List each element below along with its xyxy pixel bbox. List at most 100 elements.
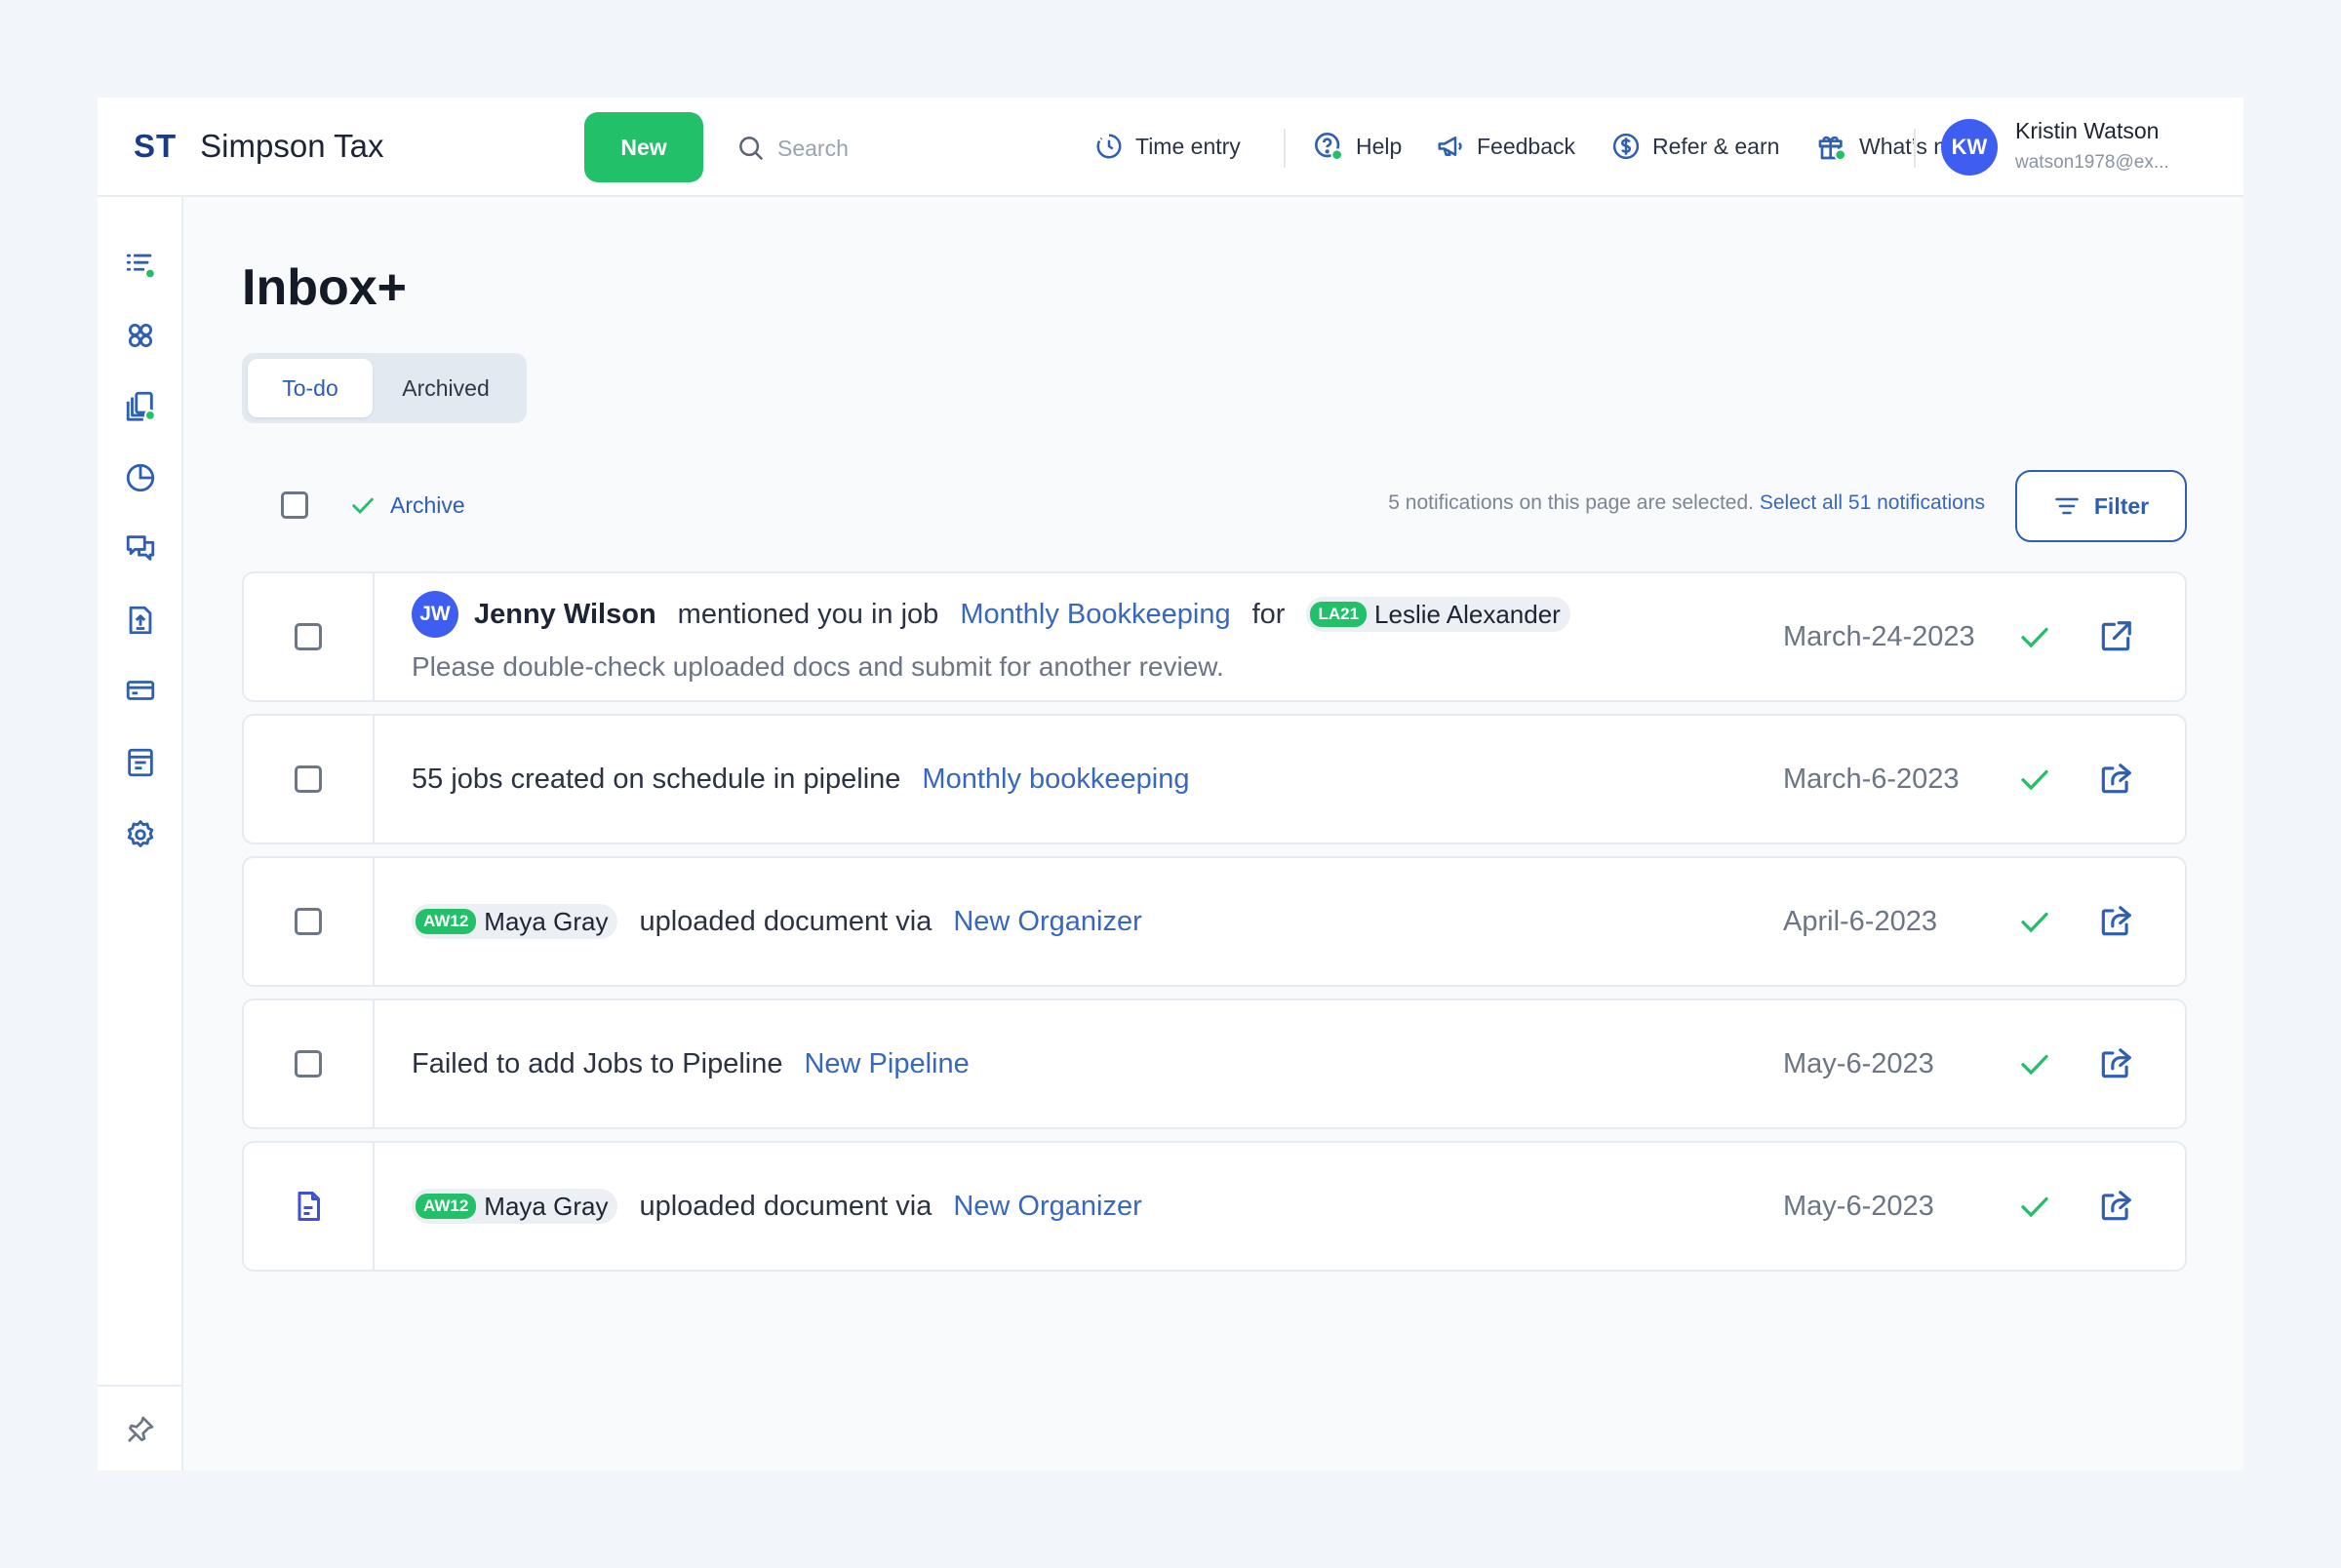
filter-button[interactable]: Filter xyxy=(2015,470,2187,542)
sidebar-item-documents[interactable] xyxy=(123,388,158,423)
open-link-button[interactable] xyxy=(2097,573,2134,700)
new-button[interactable]: New xyxy=(584,112,703,182)
dollar-circle-icon xyxy=(1612,133,1640,160)
notification-text: mentioned you in job xyxy=(677,598,939,630)
pin-icon xyxy=(128,1416,154,1442)
nav-divider xyxy=(1284,129,1286,168)
mark-done-button[interactable] xyxy=(2017,858,2052,985)
client-code: AW12 xyxy=(416,1194,477,1219)
search-icon xyxy=(739,137,764,161)
clock-icon xyxy=(1096,134,1122,159)
gift-icon xyxy=(1818,136,1846,161)
select-all-checkbox[interactable] xyxy=(281,491,308,519)
check-icon xyxy=(352,497,374,515)
share-icon xyxy=(2101,1191,2131,1221)
mark-done-button[interactable] xyxy=(2017,1000,2052,1127)
job-link[interactable]: Monthly Bookkeeping xyxy=(960,599,1230,631)
notification-row[interactable]: AW12 Maya Gray uploaded document via New… xyxy=(242,1141,2187,1272)
sidebar-item-inbox[interactable] xyxy=(123,248,158,283)
pipeline-link[interactable]: New Pipeline xyxy=(804,1048,969,1080)
filter-icon xyxy=(2055,497,2079,515)
feedback-button[interactable]: Feedback xyxy=(1436,125,1575,168)
open-link-button[interactable] xyxy=(2097,858,2134,985)
mark-done-button[interactable] xyxy=(2017,573,2052,700)
brand-logo: ST xyxy=(134,128,178,164)
sidebar-divider xyxy=(98,1385,183,1387)
mark-done-button[interactable] xyxy=(2017,716,2052,843)
organizer-link[interactable]: New Organizer xyxy=(953,1191,1141,1223)
check-icon xyxy=(2021,912,2048,933)
notification-text: uploaded document via xyxy=(639,1190,932,1222)
sidebar-item-settings[interactable] xyxy=(123,817,158,852)
share-icon xyxy=(2101,906,2131,936)
client-name: Leslie Alexander xyxy=(1374,599,1561,629)
open-link-button[interactable] xyxy=(2097,1143,2134,1270)
client-tag[interactable]: LA21 Leslie Alexander xyxy=(1306,597,1570,632)
row-checkbox[interactable] xyxy=(295,623,322,650)
pie-chart-icon xyxy=(126,463,155,492)
sidebar xyxy=(98,197,183,1470)
brand-name: Simpson Tax xyxy=(200,128,384,164)
time-entry-button[interactable]: Time entry xyxy=(1094,125,1241,168)
archive-label: Archive xyxy=(390,491,465,518)
notification-date: March-24-2023 xyxy=(1783,620,1975,652)
sidebar-item-messages[interactable] xyxy=(123,530,158,566)
search-input[interactable] xyxy=(777,135,972,162)
tab-archived[interactable]: Archived xyxy=(373,359,519,417)
notification-content: Failed to add Jobs to Pipeline New Pipel… xyxy=(412,1000,970,1127)
sidebar-item-templates[interactable] xyxy=(123,745,158,780)
documents-icon xyxy=(126,391,156,421)
user-name[interactable]: Kristin Watson xyxy=(2015,118,2159,144)
notification-row[interactable]: JW Jenny Wilson mentioned you in job Mon… xyxy=(242,571,2187,702)
row-select-cell xyxy=(244,573,375,700)
row-checkbox[interactable] xyxy=(295,1050,322,1078)
notification-message: Please double-check uploaded docs and su… xyxy=(412,651,1224,682)
notification-content: JW Jenny Wilson mentioned you in job Mon… xyxy=(412,573,1570,700)
check-icon xyxy=(2021,627,2048,648)
check-icon xyxy=(2021,1054,2048,1076)
archive-button[interactable]: Archive xyxy=(349,486,465,525)
view-tabs: To-do Archived xyxy=(242,353,527,423)
actor-avatar: JW xyxy=(412,591,458,638)
feedback-label: Feedback xyxy=(1477,133,1576,159)
pin-sidebar-button[interactable] xyxy=(123,1412,158,1447)
row-checkbox[interactable] xyxy=(295,765,322,793)
notification-content: 55 jobs created on schedule in pipeline … xyxy=(412,716,1190,843)
brand[interactable]: ST Simpson Tax xyxy=(134,125,384,168)
mark-done-button[interactable] xyxy=(2017,1143,2052,1270)
row-checkbox[interactable] xyxy=(295,908,322,935)
file-upload-icon xyxy=(129,606,152,635)
notification-text: uploaded document via xyxy=(639,905,932,937)
filter-label: Filter xyxy=(2093,492,2150,519)
client-code: LA21 xyxy=(1310,602,1368,627)
notification-content: AW12 Maya Gray uploaded document via New… xyxy=(412,858,1142,985)
notification-row[interactable]: AW12 Maya Gray uploaded document via New… xyxy=(242,856,2187,987)
search-box[interactable] xyxy=(736,127,972,170)
pipeline-link[interactable]: Monthly bookkeeping xyxy=(922,764,1189,796)
client-tag[interactable]: AW12 Maya Gray xyxy=(412,1189,618,1224)
sidebar-item-proposals[interactable] xyxy=(123,603,158,638)
selection-info: 5 notifications on this page are selecte… xyxy=(1388,491,1985,515)
sidebar-item-reports[interactable] xyxy=(123,460,158,495)
user-avatar[interactable]: KW xyxy=(1941,119,1998,176)
row-select-cell xyxy=(244,858,375,985)
notification-text: Failed to add Jobs to Pipeline xyxy=(412,1047,783,1079)
select-all-link[interactable]: Select all 51 notifications xyxy=(1760,491,1985,514)
client-tag[interactable]: AW12 Maya Gray xyxy=(412,904,618,939)
users-icon xyxy=(128,323,153,348)
open-link-button[interactable] xyxy=(2097,716,2134,843)
check-icon xyxy=(2021,769,2048,791)
open-link-button[interactable] xyxy=(2097,1000,2134,1127)
tab-to-do[interactable]: To-do xyxy=(248,359,373,417)
notification-row[interactable]: 55 jobs created on schedule in pipeline … xyxy=(242,714,2187,844)
notification-text: 55 jobs created on schedule in pipeline xyxy=(412,763,901,795)
notification-row[interactable]: Failed to add Jobs to Pipeline New Pipel… xyxy=(242,999,2187,1129)
list-icon xyxy=(126,254,156,280)
check-icon xyxy=(2021,1196,2048,1218)
sidebar-item-clients[interactable] xyxy=(123,318,158,353)
refer-earn-label: Refer & earn xyxy=(1652,133,1780,159)
refer-earn-button[interactable]: Refer & earn xyxy=(1611,125,1779,168)
organizer-link[interactable]: New Organizer xyxy=(953,906,1141,938)
sidebar-item-billing[interactable] xyxy=(123,673,158,708)
help-button[interactable]: Help xyxy=(1313,125,1402,168)
